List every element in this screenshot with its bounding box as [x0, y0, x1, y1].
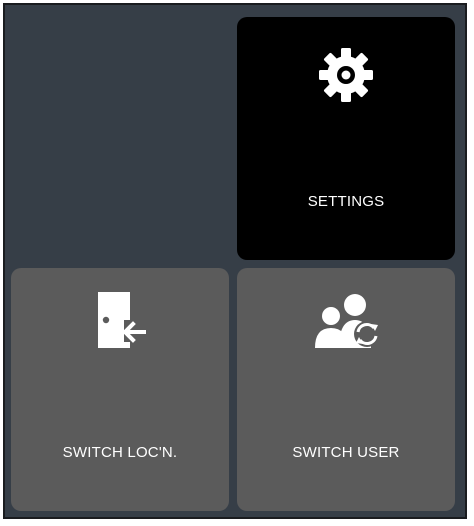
switch-user-label: SWITCH USER [292, 444, 400, 461]
users-switch-icon [315, 294, 380, 348]
gear-icon [319, 48, 373, 102]
switch-location-label: SWITCH LOC'N. [62, 444, 178, 461]
switch-location-tile[interactable]: SWITCH LOC'N. [11, 268, 229, 511]
settings-label: SETTINGS [307, 193, 385, 210]
switch-user-tile[interactable]: SWITCH USER [237, 268, 455, 511]
menu-panel: SETTINGS SWITCH LOC'N. SWITCH USER [3, 3, 467, 519]
settings-tile[interactable]: SETTINGS [237, 17, 455, 260]
door-exit-icon [98, 292, 146, 348]
